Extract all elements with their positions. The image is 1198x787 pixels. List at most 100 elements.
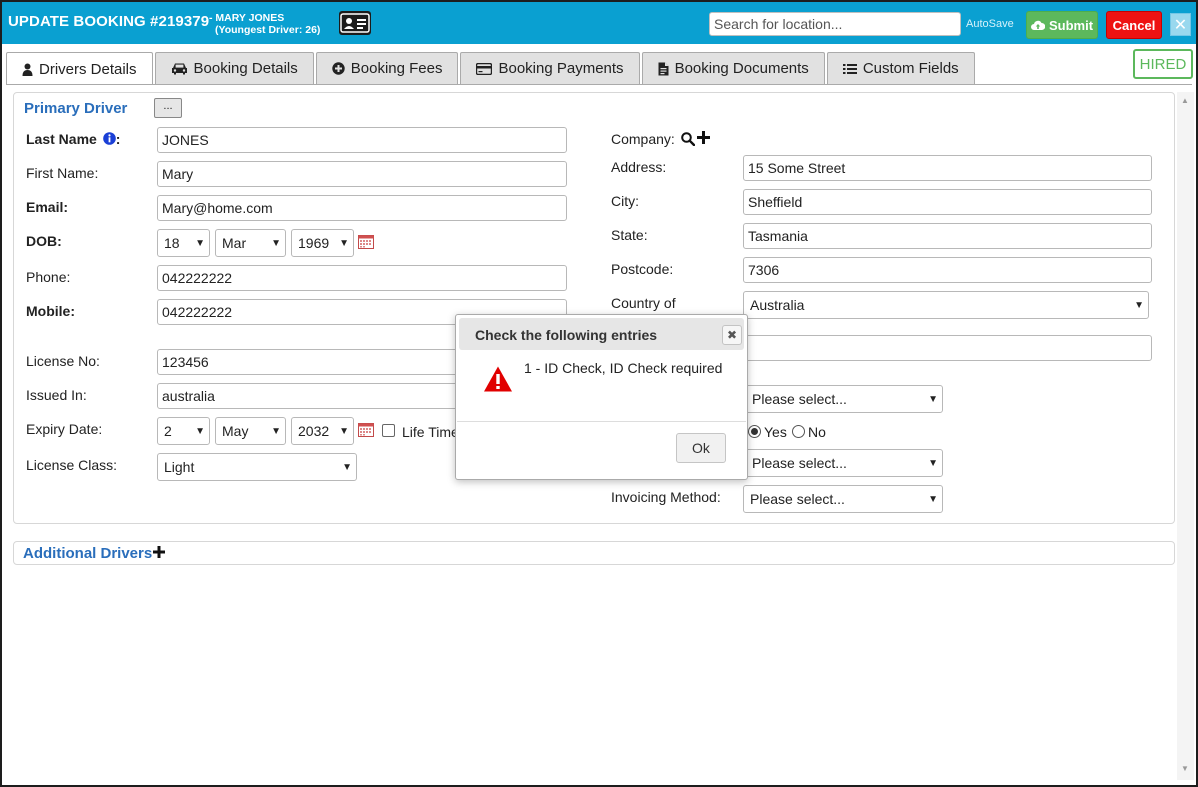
validation-dialog: Check the following entries ✖ 1 - ID Che… bbox=[455, 314, 748, 480]
chevron-down-icon: ▼ bbox=[342, 461, 352, 473]
ok-button[interactable]: Ok bbox=[676, 433, 726, 463]
postcode-label: Postcode: bbox=[611, 261, 674, 277]
dob-month-value: Mar bbox=[222, 235, 247, 251]
add-driver-icon[interactable] bbox=[153, 546, 165, 558]
expiry-day-value: 2 bbox=[164, 423, 172, 439]
customer-info: - MARY JONES (Youngest Driver: 26) bbox=[209, 12, 320, 36]
chevron-down-icon: ▼ bbox=[928, 393, 938, 405]
no-label: No bbox=[808, 424, 826, 440]
option-select-1[interactable]: Please select... ▼ bbox=[745, 385, 943, 413]
chevron-down-icon: ▼ bbox=[928, 493, 938, 505]
scroll-down-arrow[interactable]: ▼ bbox=[1181, 764, 1189, 773]
cloud-upload-icon bbox=[1031, 20, 1045, 30]
yes-radio[interactable] bbox=[748, 425, 761, 438]
close-window-button[interactable]: ✕ bbox=[1170, 13, 1191, 36]
state-label: State: bbox=[611, 227, 648, 243]
chevron-down-icon: ▼ bbox=[195, 425, 205, 437]
company-label: Company: bbox=[611, 131, 675, 147]
tab-booking-documents[interactable]: Booking Documents bbox=[641, 52, 825, 84]
tab-booking-details[interactable]: Booking Details bbox=[154, 52, 314, 84]
life-time-checkbox[interactable] bbox=[382, 424, 395, 437]
dialog-divider bbox=[457, 421, 746, 422]
additional-drivers-title[interactable]: Additional Drivers bbox=[23, 545, 152, 562]
tab-divider bbox=[6, 84, 1192, 85]
last-name-label: Last Name : bbox=[26, 131, 121, 147]
license-class-select[interactable]: Light ▼ bbox=[157, 453, 357, 481]
plus-circle-icon bbox=[332, 62, 345, 75]
dob-month-select[interactable]: Mar ▼ bbox=[215, 229, 286, 257]
autosave-label[interactable]: AutoSave bbox=[966, 18, 1014, 30]
scroll-up-arrow[interactable]: ▲ bbox=[1181, 96, 1189, 105]
info-icon[interactable] bbox=[102, 132, 116, 145]
dob-year-select[interactable]: 1969 ▼ bbox=[291, 229, 354, 257]
close-icon: ✖ bbox=[726, 328, 738, 342]
life-time-label: Life Time bbox=[402, 424, 459, 440]
tab-drivers-details[interactable]: Drivers Details bbox=[6, 52, 153, 85]
extra-text-input[interactable] bbox=[743, 335, 1152, 361]
dob-day-value: 18 bbox=[164, 235, 180, 251]
warning-icon bbox=[484, 366, 512, 392]
calendar-icon[interactable] bbox=[358, 235, 374, 249]
license-class-value: Light bbox=[164, 459, 195, 475]
option-select-2-value: Please select... bbox=[752, 455, 847, 471]
address-input[interactable] bbox=[743, 155, 1152, 181]
expiry-month-value: May bbox=[222, 423, 249, 439]
primary-driver-title[interactable]: Primary Driver bbox=[24, 100, 127, 117]
dob-day-select[interactable]: 18 ▼ bbox=[157, 229, 210, 257]
expiry-month-select[interactable]: May ▼ bbox=[215, 417, 286, 445]
dialog-header: Check the following entries ✖ bbox=[459, 318, 744, 350]
close-icon: ✕ bbox=[1173, 16, 1188, 34]
postcode-input[interactable] bbox=[743, 257, 1152, 283]
invoicing-method-value: Please select... bbox=[750, 491, 845, 507]
tab-custom-fields[interactable]: Custom Fields bbox=[826, 52, 975, 84]
tab-booking-fees[interactable]: Booking Fees bbox=[315, 52, 459, 84]
search-icon[interactable] bbox=[681, 132, 695, 146]
chevron-down-icon: ▼ bbox=[928, 457, 938, 469]
additional-drivers-panel bbox=[13, 541, 1175, 565]
phone-input[interactable] bbox=[157, 265, 567, 291]
cancel-button[interactable]: Cancel bbox=[1106, 11, 1162, 39]
license-no-label: License No: bbox=[26, 353, 100, 369]
vertical-scrollbar[interactable]: ▲ ▼ bbox=[1177, 92, 1194, 780]
dialog-close-button[interactable]: ✖ bbox=[722, 325, 742, 345]
chevron-down-icon: ▼ bbox=[339, 237, 349, 249]
first-name-label: First Name: bbox=[26, 165, 99, 181]
add-icon[interactable] bbox=[697, 131, 710, 144]
expiry-date-label: Expiry Date: bbox=[26, 421, 103, 437]
country-value: Australia bbox=[750, 297, 805, 313]
option-select-2[interactable]: Please select... ▼ bbox=[745, 449, 943, 477]
page-title: UPDATE BOOKING #219379 bbox=[8, 13, 210, 30]
last-name-input[interactable] bbox=[157, 127, 567, 153]
expiry-year-value: 2032 bbox=[298, 423, 330, 439]
country-select[interactable]: Australia ▼ bbox=[743, 291, 1149, 319]
document-icon bbox=[658, 62, 669, 75]
no-radio[interactable] bbox=[792, 425, 805, 438]
email-label: Email: bbox=[26, 199, 69, 215]
expiry-day-select[interactable]: 2 ▼ bbox=[157, 417, 210, 445]
submit-button[interactable]: Submit bbox=[1026, 11, 1098, 39]
expiry-year-select[interactable]: 2032 ▼ bbox=[291, 417, 354, 445]
tab-booking-payments[interactable]: Booking Payments bbox=[460, 52, 640, 84]
state-input[interactable] bbox=[743, 223, 1152, 249]
dialog-message: 1 - ID Check, ID Check required bbox=[524, 360, 723, 376]
license-class-label: License Class: bbox=[26, 457, 118, 473]
calendar-icon[interactable] bbox=[358, 423, 374, 437]
tab-label: Booking Details bbox=[193, 60, 298, 77]
dob-label: DOB: bbox=[26, 233, 62, 249]
yes-label: Yes bbox=[764, 424, 787, 440]
mobile-label: Mobile: bbox=[26, 303, 75, 319]
email-input[interactable] bbox=[157, 195, 567, 221]
city-input[interactable] bbox=[743, 189, 1152, 215]
more-options-button[interactable]: ... bbox=[154, 98, 182, 118]
chevron-down-icon: ▼ bbox=[271, 425, 281, 437]
id-card-icon[interactable] bbox=[339, 11, 371, 35]
chevron-down-icon: ▼ bbox=[339, 425, 349, 437]
city-label: City: bbox=[611, 193, 639, 209]
location-search-input[interactable] bbox=[709, 12, 961, 36]
invoicing-method-label: Invoicing Method: bbox=[611, 489, 721, 505]
first-name-input[interactable] bbox=[157, 161, 567, 187]
car-icon bbox=[171, 63, 187, 75]
address-label: Address: bbox=[611, 159, 667, 175]
tab-label: Drivers Details bbox=[39, 60, 137, 78]
invoicing-method-select[interactable]: Please select... ▼ bbox=[743, 485, 943, 513]
